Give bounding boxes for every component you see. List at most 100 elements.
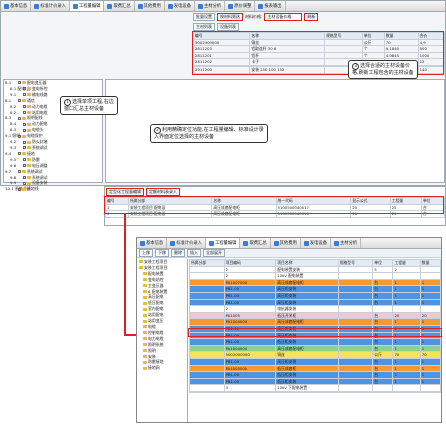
checkbox-icon[interactable] <box>18 187 21 191</box>
filter-by-material-button[interactable]: 按材料筛选 <box>217 13 243 21</box>
table-row[interactable]: PA1004000 高压成套配电柜台 1 1 <box>189 318 441 326</box>
checkbox-icon[interactable] <box>18 134 21 138</box>
price-select[interactable]: 主材设备价格 <box>264 13 303 21</box>
table-row[interactable]: 2 10kV 配电装置 <box>189 272 441 280</box>
callout-3: 3 选择合适的主材设备价格,刷新工程包含的主材设备 <box>348 60 418 80</box>
table-row[interactable]: 2 配电装置安装 5 2 <box>189 265 441 274</box>
tab-material-list[interactable]: 主材列表 <box>193 23 215 31</box>
win-tab-6[interactable]: 主材分析 <box>331 238 362 248</box>
checkbox-icon[interactable] <box>23 105 26 109</box>
table-cell <box>337 344 374 353</box>
table-row[interactable]: PA1007000 高压成套配电柜台 1 1 <box>189 278 441 287</box>
table-row[interactable]: PB1-00 高压柜安装台 1 1 <box>189 298 441 307</box>
checkbox-icon[interactable] <box>23 158 26 162</box>
table-row[interactable]: PB1-00 低压柜安装台 1 1 <box>189 371 441 379</box>
table-row[interactable]: PA1004000 高压成套配电柜台 1 1 <box>189 344 441 353</box>
table-cell: 台 <box>372 377 394 386</box>
checkbox-icon[interactable] <box>18 81 21 85</box>
table-cell: 2 <box>223 305 277 313</box>
column-header[interactable]: 所属分部 <box>189 259 225 267</box>
win-toolbar-button[interactable]: 全部展开 <box>203 249 225 257</box>
checkbox-icon[interactable] <box>23 122 26 126</box>
top-tab-3[interactable]: 取费汇总 <box>104 1 135 11</box>
table-cell <box>337 371 374 379</box>
table-cell <box>372 305 394 313</box>
table-cell: 台 <box>372 278 394 287</box>
folder-icon <box>143 272 147 276</box>
refresh-button[interactable]: 刷新 <box>304 13 319 21</box>
folder-icon <box>143 343 147 347</box>
table-cell: 70 <box>392 351 421 359</box>
top-tab-6[interactable]: 主材分析 <box>195 1 226 11</box>
table-cell: 高压成套配电柜 <box>275 318 339 326</box>
checkbox-icon[interactable] <box>23 87 26 91</box>
table-cell: 5 <box>372 265 394 274</box>
top-tab-2[interactable]: 工程量编辑 <box>69 1 105 11</box>
table-row[interactable]: PA1005000 低压成套柜台 1 1 <box>189 364 441 373</box>
win-tab-2[interactable]: 工程量编辑 <box>205 238 241 248</box>
checkbox-icon[interactable] <box>23 164 26 168</box>
top-tab-0[interactable]: 基本信息 <box>1 1 32 11</box>
top-tab-5[interactable]: 发电设备 <box>165 1 196 11</box>
top-tab-1[interactable]: 标准计价录入 <box>31 1 70 11</box>
tree-item[interactable]: 接地网 <box>139 365 187 371</box>
checkbox-icon[interactable] <box>23 128 26 132</box>
checkbox-icon[interactable] <box>23 175 26 179</box>
checkbox-icon[interactable] <box>23 146 26 150</box>
tab-material-entry[interactable]: 定额材料表录入 <box>146 188 180 196</box>
batch-setting-button[interactable]: 批量设置 <box>193 13 215 21</box>
table-row[interactable]: 5002000000 铜丝 公斤 70 70 <box>189 351 441 359</box>
table-row[interactable]: PB1-00 高压柜安装台 1 1 <box>189 285 441 293</box>
table-cell <box>337 384 374 392</box>
win-toolbar-button[interactable]: 删除 <box>171 249 185 257</box>
win-table-area: 所属分部 项目编码 项目名称 规格型号 单位 工程量 数量 2 配电装置安装 5 2 2 10kV 配电… <box>189 259 441 422</box>
top-tab-label: 工程量编辑 <box>78 4 101 9</box>
checkbox-icon[interactable] <box>23 140 26 144</box>
folder-icon <box>22 152 26 156</box>
tab-quantity-edit[interactable]: 定型化工程量编辑 <box>106 188 144 196</box>
folder-icon <box>143 278 147 282</box>
column-header[interactable]: 项目名称 <box>275 259 339 267</box>
win-tab-1[interactable]: 标准计价录入 <box>167 238 206 248</box>
table-cell <box>392 305 421 313</box>
top-tab-8[interactable]: 报表输出 <box>255 1 286 11</box>
win-tab-4[interactable]: 其他费用 <box>271 238 301 248</box>
table-row[interactable]: PA1005 低压开关柜台 20 20 <box>189 311 441 320</box>
table-row[interactable]: 3 10kV 下配电装置 <box>189 384 441 392</box>
win-toolbar-button[interactable]: 下移 <box>155 249 169 257</box>
folder-icon <box>27 181 31 185</box>
table-cell: 高压柜安装 <box>275 357 339 366</box>
checkbox-icon[interactable] <box>18 99 21 103</box>
column-header[interactable]: 项目编码 <box>223 259 277 267</box>
table-row[interactable]: PB1-00 高压柜安装台 1 1 <box>189 291 441 300</box>
checkbox-icon[interactable] <box>18 116 21 120</box>
table-row[interactable]: 2 电抗器安装 <box>189 305 441 313</box>
table-row[interactable]: PB1-00 低压柜安装台 1 1 <box>189 338 441 346</box>
tree-item[interactable]: 10.1 系统调试 接地线 <box>4 186 102 192</box>
top-tab-7[interactable]: 原价调整 <box>225 1 256 11</box>
checkbox-icon[interactable] <box>23 110 26 114</box>
win-toolbar-button[interactable]: 上移 <box>139 249 153 257</box>
tab-equipment-list[interactable]: 设备列表 <box>217 23 239 31</box>
column-header[interactable]: 数量 <box>419 259 441 267</box>
column-header[interactable]: 工程量 <box>392 259 421 267</box>
table-row[interactable] <box>189 390 441 393</box>
win-toolbar-button[interactable]: 插入 <box>187 249 201 257</box>
tab-icon <box>303 240 309 246</box>
checkbox-icon[interactable] <box>18 170 21 174</box>
win-tab-3[interactable]: 取费汇总 <box>240 238 271 248</box>
top-tab-4[interactable]: 其他费用 <box>135 1 165 11</box>
win-row-highlight <box>188 328 442 337</box>
table-row[interactable]: PB1-00 低压柜安装台 1 1 <box>189 377 441 386</box>
column-header[interactable]: 单位 <box>372 259 394 267</box>
table-cell <box>189 338 225 346</box>
table-cell: 1 <box>419 298 441 307</box>
checkbox-icon[interactable] <box>23 93 26 97</box>
table-cell: 低压柜安装 <box>275 338 339 346</box>
win-tab-5[interactable]: 发电设备 <box>301 238 332 248</box>
table-row[interactable]: PB1-00 高压柜安装台 1 1 <box>189 357 441 366</box>
checkbox-icon[interactable] <box>18 152 21 156</box>
win-tab-0[interactable]: 基本信息 <box>137 238 168 248</box>
checkbox-icon[interactable] <box>23 181 26 185</box>
column-header[interactable]: 规格型号 <box>337 259 374 267</box>
